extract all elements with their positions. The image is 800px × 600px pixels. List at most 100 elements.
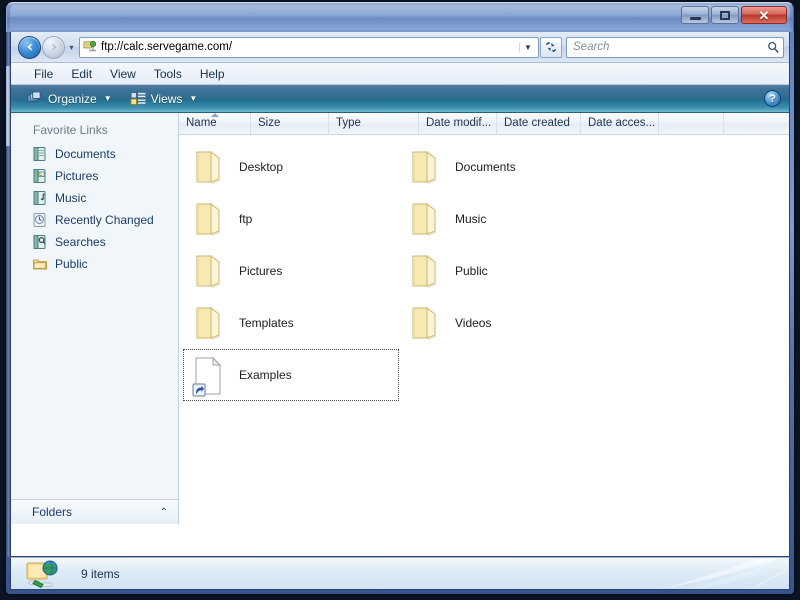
file-item-ftp[interactable]: ftp: [183, 193, 399, 245]
ftp-folder-icon: [25, 559, 59, 589]
maximize-button[interactable]: [711, 6, 739, 24]
sidebar-item-pictures[interactable]: Pictures: [11, 165, 178, 187]
folder-icon: [189, 146, 227, 188]
column-header-date-created[interactable]: Date created: [497, 113, 581, 134]
column-header-extra-2[interactable]: [724, 113, 789, 134]
sidebar-item-documents[interactable]: Documents: [11, 143, 178, 165]
refresh-icon: [545, 41, 557, 52]
column-header-type[interactable]: Type: [329, 113, 419, 134]
folders-pane-header[interactable]: Folders ⌃: [11, 499, 178, 524]
folder-icon: [189, 250, 227, 292]
views-caret-icon: ▼: [189, 94, 198, 103]
file-item-public[interactable]: Public: [399, 245, 615, 297]
forward-arrow-icon: [51, 43, 57, 51]
sidebar-label-documents: Documents: [55, 147, 116, 161]
file-item-examples[interactable]: Examples: [183, 349, 399, 401]
file-item-music[interactable]: Music: [399, 193, 615, 245]
file-item-label: ftp: [239, 212, 253, 226]
address-bar[interactable]: ftp://calc.servegame.com/ ▼: [79, 36, 539, 58]
navigation-bar: ▾ ftp://calc.servegame.com/ ▼ Search: [11, 32, 789, 63]
maximize-icon: [720, 10, 730, 20]
file-item-pictures[interactable]: Pictures: [183, 245, 399, 297]
sidebar-item-public[interactable]: Public: [11, 253, 178, 275]
column-header-extra-1[interactable]: [659, 113, 724, 134]
organize-label: Organize: [48, 91, 97, 106]
sidebar-item-searches[interactable]: Searches: [11, 231, 178, 253]
item-count-label: 9 items: [81, 566, 120, 581]
organize-caret-icon: ▼: [103, 94, 112, 103]
close-button[interactable]: ✕: [741, 6, 787, 24]
folder-icon: [405, 302, 443, 344]
sidebar-label-recently-changed: Recently Changed: [55, 213, 154, 227]
folder-icon: [189, 198, 227, 240]
help-label: ?: [769, 92, 776, 105]
file-items-area: Desktop Documents ftp Music Pictures Pub…: [179, 135, 789, 524]
file-item-label: Public: [455, 264, 488, 278]
file-item-label: Templates: [239, 316, 294, 330]
desktop-background: ✕ ▾ ftp://calc.servegame.com/ ▼ Search F…: [0, 0, 800, 600]
scrollbar-thumb[interactable]: [6, 66, 10, 146]
sidebar-label-pictures: Pictures: [55, 169, 99, 183]
file-item-label: Documents: [455, 160, 516, 174]
menu-item-help[interactable]: Help: [191, 65, 234, 83]
menu-item-edit[interactable]: Edit: [62, 65, 101, 83]
music-icon: [33, 191, 46, 205]
file-item-label: Desktop: [239, 160, 284, 174]
column-header-date-modified[interactable]: Date modif...: [419, 113, 497, 134]
minimize-icon: [689, 16, 701, 20]
documents-icon: [33, 147, 46, 161]
minimize-button[interactable]: [681, 6, 709, 24]
refresh-button[interactable]: [540, 36, 562, 58]
aurora-decoration: [659, 558, 789, 589]
sidebar-label-searches: Searches: [55, 235, 106, 249]
menu-item-file[interactable]: File: [25, 65, 62, 83]
explorer-window: ✕ ▾ ftp://calc.servegame.com/ ▼ Search F…: [6, 2, 794, 594]
views-button[interactable]: Views ▼: [124, 89, 204, 108]
public-folder-icon: [33, 259, 47, 270]
column-header-size[interactable]: Size: [251, 113, 329, 134]
ftp-site-icon: [83, 40, 97, 52]
searches-icon: [33, 235, 46, 249]
column-header-row: Name Size Type Date modif... Date create…: [179, 113, 789, 135]
file-item-label: Examples: [239, 368, 292, 382]
favorite-links-title: Favorite Links: [33, 123, 108, 137]
address-dropdown-icon[interactable]: ▼: [519, 42, 536, 52]
organize-icon: [27, 91, 41, 102]
shortcut-file-icon: [189, 354, 227, 397]
sidebar-label-public: Public: [55, 257, 88, 271]
window-title-bar[interactable]: ✕: [6, 2, 794, 32]
file-item-desktop[interactable]: Desktop: [183, 141, 399, 193]
search-icon: [768, 41, 779, 53]
search-input[interactable]: Search: [573, 41, 767, 53]
folder-icon: [189, 302, 227, 344]
sidebar-item-music[interactable]: Music: [11, 187, 178, 209]
organize-button[interactable]: Organize ▼: [21, 89, 118, 108]
status-bar: 9 items: [10, 557, 790, 590]
folder-icon: [405, 146, 443, 188]
folder-icon: [405, 198, 443, 240]
window-edge-scrollbar[interactable]: [6, 32, 10, 557]
address-text: ftp://calc.servegame.com/: [101, 41, 233, 53]
chevron-up-icon[interactable]: ⌃: [160, 507, 168, 518]
window-controls: ✕: [681, 6, 787, 24]
recently-changed-icon: [33, 213, 46, 227]
help-button[interactable]: ?: [764, 90, 781, 107]
pictures-icon: [33, 169, 46, 183]
column-header-name[interactable]: Name: [179, 113, 251, 134]
file-item-label: Music: [455, 212, 487, 226]
menu-item-view[interactable]: View: [101, 65, 145, 83]
back-arrow-icon: [26, 43, 32, 51]
back-button[interactable]: [18, 35, 41, 59]
menu-item-tools[interactable]: Tools: [145, 65, 191, 83]
views-label: Views: [150, 91, 183, 106]
file-item-templates[interactable]: Templates: [183, 297, 399, 349]
title-bar-inner: [10, 5, 790, 30]
search-box[interactable]: Search: [566, 36, 784, 58]
file-item-documents[interactable]: Documents: [399, 141, 615, 193]
sidebar-item-recently-changed[interactable]: Recently Changed: [11, 209, 178, 231]
column-header-date-accessed[interactable]: Date acces...: [581, 113, 659, 134]
forward-button[interactable]: [42, 35, 65, 59]
explorer-body: Favorite Links Documents Pictures Music …: [11, 113, 789, 524]
file-item-videos[interactable]: Videos: [399, 297, 615, 349]
nav-history-dropdown[interactable]: ▾: [65, 43, 78, 52]
